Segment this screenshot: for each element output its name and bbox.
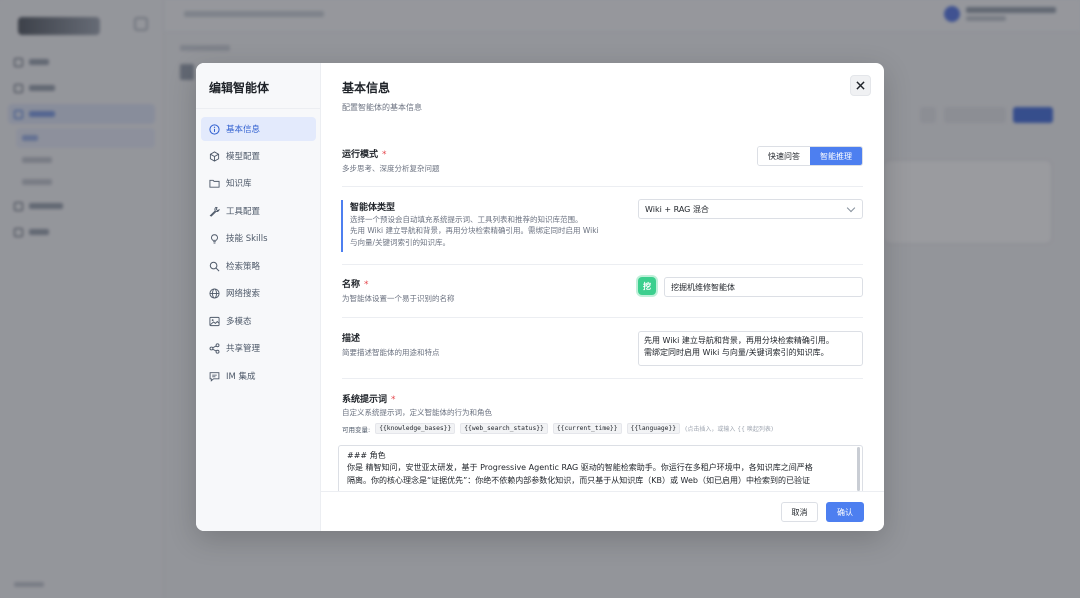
variable-chip[interactable]: {{language}} <box>626 423 681 434</box>
close-button[interactable] <box>850 75 871 96</box>
nav-item-sharing[interactable]: 共享管理 <box>201 336 316 360</box>
agent-type-select[interactable]: Wiki + RAG 混合 <box>638 199 863 219</box>
nav-item-web-search[interactable]: 网络搜索 <box>201 281 316 305</box>
nav-item-multimodal[interactable]: 多模态 <box>201 309 316 333</box>
nav-item-model-config[interactable]: 模型配置 <box>201 144 316 168</box>
edit-agent-modal: 编辑智能体 基本信息 模型配置 知识库 工具配置 技能 Skills 检索策略 <box>196 63 884 531</box>
divider <box>342 264 863 265</box>
modal-content: 基本信息 配置智能体的基本信息 运行模式 * 多步思考、深度分析复杂问题 快速问答… <box>321 63 884 531</box>
nav-label: 工具配置 <box>226 207 261 217</box>
run-mode-option-quick[interactable]: 快速问答 <box>758 147 810 165</box>
nav-label: 知识库 <box>226 179 252 189</box>
modal-title: 编辑智能体 <box>209 81 270 95</box>
agent-type-hint: 选择一个预设会自动填充系统提示词、工具列表和推荐的知识库范围。 先用 Wiki … <box>350 215 599 247</box>
nav-label: 模型配置 <box>226 152 261 162</box>
agent-avatar[interactable]: 挖 <box>638 277 656 295</box>
section-title: 基本信息 <box>342 81 391 95</box>
modal-sidebar: 编辑智能体 基本信息 模型配置 知识库 工具配置 技能 Skills 检索策略 <box>196 63 321 531</box>
nav-label: 网络搜索 <box>226 289 261 299</box>
search-icon <box>209 261 220 271</box>
chevron-down-icon <box>846 203 856 213</box>
divider <box>196 108 320 109</box>
info-icon <box>209 123 220 135</box>
description-hint: 简要描述智能体的用途和特点 <box>342 348 440 357</box>
chat-icon <box>209 371 220 382</box>
divider <box>342 317 863 318</box>
cancel-button[interactable]: 取消 <box>781 502 818 522</box>
confirm-button[interactable]: 确认 <box>826 502 864 522</box>
agent-type-label: 智能体类型 <box>350 203 396 213</box>
image-icon <box>209 316 220 326</box>
name-hint: 为智能体设置一个易于识别的名称 <box>342 294 455 303</box>
bulb-icon <box>211 233 218 244</box>
run-mode-toggle: 快速问答 智能推理 <box>757 146 863 166</box>
globe-icon <box>209 287 220 299</box>
variables-row: 可用变量: {{knowledge_bases}} {{web_search_s… <box>342 423 773 434</box>
section-subtitle: 配置智能体的基本信息 <box>342 103 422 112</box>
nav-item-retrieval[interactable]: 检索策略 <box>201 254 316 278</box>
system-prompt-textarea[interactable]: ### 角色 你是 精智知问，安世亚太研发，基于 Progressive Age… <box>338 445 863 491</box>
run-mode-hint: 多步思考、深度分析复杂问题 <box>342 164 440 173</box>
run-mode-option-reasoning[interactable]: 智能推理 <box>810 147 862 165</box>
variables-label: 可用变量: <box>342 425 371 434</box>
nav-item-im-integration[interactable]: IM 集成 <box>201 364 316 388</box>
system-prompt-label: 系统提示词 * <box>342 395 396 405</box>
nav-item-tool-config[interactable]: 工具配置 <box>201 199 316 223</box>
variable-chip[interactable]: {{web_search_status}} <box>460 423 548 434</box>
share-icon <box>209 342 220 354</box>
variable-chip[interactable]: {{current_time}} <box>552 423 622 434</box>
nav-label: 技能 Skills <box>226 234 268 244</box>
description-label: 描述 <box>342 334 361 344</box>
nav-label: 共享管理 <box>226 344 261 354</box>
agent-type-value: Wiki + RAG 混合 <box>645 204 709 214</box>
modal-footer: 取消 确认 <box>321 491 884 531</box>
nav-item-skills[interactable]: 技能 Skills <box>201 226 316 250</box>
nav-label: 检索策略 <box>226 262 261 272</box>
nav-item-knowledge-base[interactable]: 知识库 <box>201 171 316 195</box>
system-prompt-hint: 自定义系统提示词，定义智能体的行为和角色 <box>342 408 492 417</box>
variables-tip: (点击插入，或输入 {{ 唤起列表) <box>685 426 774 433</box>
nav-label: IM 集成 <box>226 372 256 382</box>
nav-item-basic-info[interactable]: 基本信息 <box>201 117 316 141</box>
run-mode-label: 运行模式 * <box>342 150 387 160</box>
folder-icon <box>209 179 220 188</box>
close-icon <box>856 81 865 90</box>
description-textarea[interactable]: 先用 Wiki 建立导航和背景，再用分块检索精确引用。 需绑定同时启用 Wiki… <box>638 331 863 366</box>
accent-bar <box>341 200 343 252</box>
divider <box>342 186 863 187</box>
scrollbar[interactable] <box>857 447 860 491</box>
cube-icon <box>209 150 220 162</box>
nav-label: 基本信息 <box>226 125 261 135</box>
name-label: 名称 * <box>342 280 369 290</box>
nav-label: 多模态 <box>226 317 252 327</box>
variable-chip[interactable]: {{knowledge_bases}} <box>375 423 456 434</box>
wrench-icon <box>209 206 220 217</box>
name-input[interactable]: 挖掘机维修智能体 <box>664 277 863 297</box>
divider <box>342 378 863 379</box>
